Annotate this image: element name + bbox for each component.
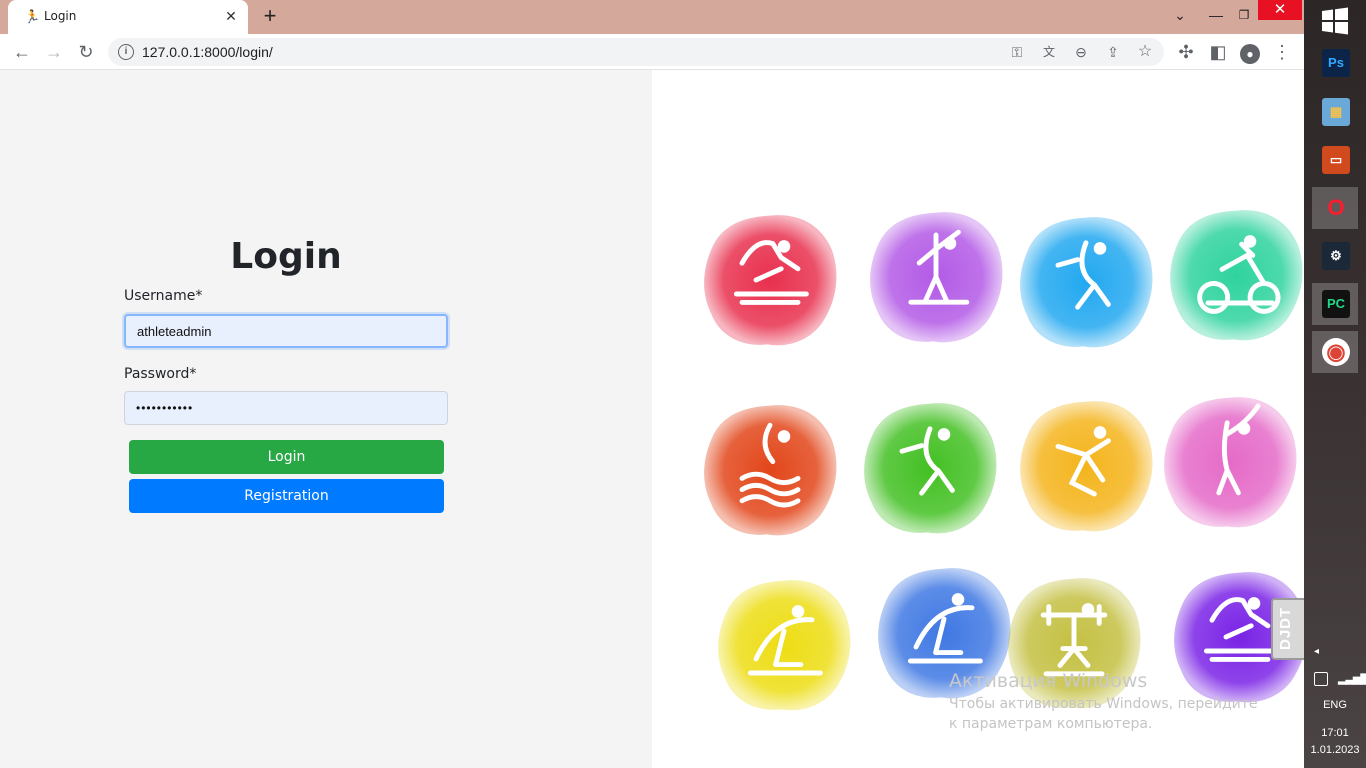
address-bar[interactable]: i 127.0.0.1:8000/login/ ⚿ 文 ⊖ ⇪ ☆ xyxy=(108,38,1164,66)
sport-gymnastics-icon xyxy=(718,580,851,711)
sport-handball-icon xyxy=(1020,401,1153,532)
tab-close-icon[interactable]: ✕ xyxy=(222,7,240,25)
pycharm-icon: PC xyxy=(1322,290,1350,318)
network-signal-icon[interactable]: ▂▃▅▇ xyxy=(1338,672,1366,685)
close-window-icon[interactable]: ✕ xyxy=(1258,0,1302,20)
password-input[interactable]: ••••••••••• xyxy=(124,391,448,425)
steam-icon: ⚙ xyxy=(1322,242,1350,270)
browser-toolbar: ← → ↻ i 127.0.0.1:8000/login/ ⚿ 文 ⊖ ⇪ ☆ … xyxy=(0,34,1304,70)
opera-icon: O xyxy=(1327,195,1345,220)
browser-tab[interactable]: 🏃 Login ✕ xyxy=(8,0,248,34)
language-indicator[interactable]: ENG xyxy=(1304,699,1366,711)
new-tab-button[interactable]: + xyxy=(258,5,282,29)
forward-arrow-icon[interactable]: → xyxy=(42,40,66,64)
browser-tab-bar: 🏃 Login ✕ + ⌄ — ❐ ✕ xyxy=(0,0,1304,34)
zoom-icon[interactable]: ⊖ xyxy=(1070,41,1092,63)
url-text[interactable]: 127.0.0.1:8000/login/ xyxy=(142,44,273,60)
site-favicon-icon: 🏃 xyxy=(24,9,41,24)
password-key-icon[interactable]: ⚿ xyxy=(1006,41,1028,63)
taskbar-photoshop-button[interactable]: Ps xyxy=(1312,42,1358,84)
login-button[interactable]: Login xyxy=(129,440,444,474)
login-panel: Login Username* athleteadmin Password* •… xyxy=(0,70,652,768)
restore-window-icon[interactable]: ❐ xyxy=(1232,2,1256,28)
sport-weightlifting-icon xyxy=(1008,578,1141,709)
tab-title: Login xyxy=(44,9,77,23)
bookmark-star-icon[interactable]: ☆ xyxy=(1134,41,1156,63)
chrome-icon: ◉ xyxy=(1322,338,1350,366)
tray-chevron-icon[interactable]: ◂ xyxy=(1314,646,1319,657)
minimize-window-icon[interactable]: — xyxy=(1204,2,1228,28)
browser-menu-icon[interactable]: ⋮ xyxy=(1270,40,1294,64)
back-arrow-icon[interactable]: ← xyxy=(10,40,34,64)
reload-icon[interactable]: ↻ xyxy=(74,40,98,64)
taskbar-pycharm-button[interactable]: PC xyxy=(1312,283,1358,325)
password-label: Password* xyxy=(124,366,197,382)
photoshop-icon: Ps xyxy=(1322,49,1350,77)
taskbar-photos-button[interactable]: ▦ xyxy=(1312,91,1358,133)
registration-button[interactable]: Registration xyxy=(129,479,444,513)
extensions-puzzle-icon[interactable]: ✣ xyxy=(1174,40,1198,64)
sport-cycling-icon xyxy=(1170,210,1303,341)
battery-icon[interactable] xyxy=(1314,672,1328,686)
powerpoint-icon: ▭ xyxy=(1322,146,1350,174)
share-icon[interactable]: ⇪ xyxy=(1102,41,1124,63)
sports-illustration-panel: DJDT Активация Windows Чтобы активироват… xyxy=(652,70,1304,768)
clock-date[interactable]: 1.01.2023 xyxy=(1304,744,1366,756)
clock-time[interactable]: 17:01 xyxy=(1304,727,1366,739)
username-input[interactable]: athleteadmin xyxy=(124,314,448,348)
taskbar-chrome-button[interactable]: ◉ xyxy=(1312,331,1358,373)
taskbar-powerpoint-button[interactable]: ▭ xyxy=(1312,139,1358,181)
taskbar-steam-button[interactable]: ⚙ xyxy=(1312,235,1358,277)
username-label: Username* xyxy=(124,288,203,304)
sport-running-icon xyxy=(704,215,837,346)
windows-activation-text: Чтобы активировать Windows, перейдите к … xyxy=(949,696,1258,732)
windows-start-icon[interactable] xyxy=(1320,6,1350,36)
login-heading: Login xyxy=(230,236,342,277)
taskbar-opera-button[interactable]: O xyxy=(1312,187,1358,229)
photos-icon: ▦ xyxy=(1322,98,1350,126)
side-panel-icon[interactable]: ◧ xyxy=(1206,40,1230,64)
djdt-label: DJDT xyxy=(1277,606,1294,650)
sport-tennis-icon xyxy=(870,212,1003,343)
site-info-icon[interactable]: i xyxy=(118,44,134,60)
profile-avatar-icon[interactable]: ● xyxy=(1238,40,1262,64)
translate-icon[interactable]: 文 xyxy=(1038,41,1060,63)
sport-swimming-icon xyxy=(704,405,837,536)
windows-taskbar: Ps ▦ ▭ O ⚙ PC ◉ ◂ ▂▃▅▇ ENG 17:01 1.01.2023 xyxy=(1304,0,1366,768)
sport-golf-icon xyxy=(1164,397,1297,528)
sport-volleyball-icon xyxy=(1020,217,1153,348)
tab-search-chevron-icon[interactable]: ⌄ xyxy=(1168,2,1192,28)
django-debug-toolbar-handle[interactable]: DJDT xyxy=(1271,598,1304,660)
windows-activation-title: Активация Windows xyxy=(949,670,1148,692)
page-content: Login Username* athleteadmin Password* •… xyxy=(0,70,1304,768)
sport-volleyball-icon xyxy=(864,403,997,534)
